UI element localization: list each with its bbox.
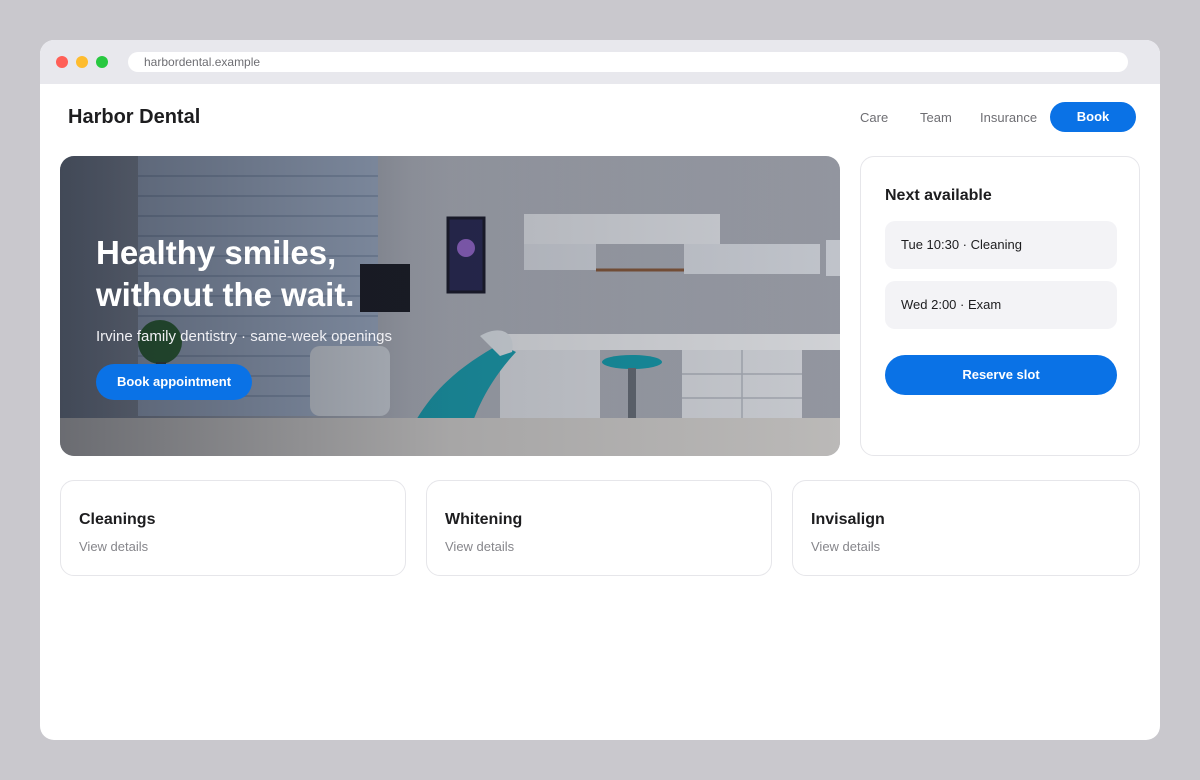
availability-card: Next available Tue 10:30 · Cleaning Wed … bbox=[860, 156, 1140, 456]
service-title: Cleanings bbox=[79, 511, 156, 528]
service-card-cleanings[interactable]: Cleanings View details bbox=[60, 480, 406, 576]
service-card-whitening[interactable]: Whitening View details bbox=[426, 480, 772, 576]
nav-link-care[interactable]: Care bbox=[860, 110, 888, 125]
book-appointment-button[interactable]: Book appointment bbox=[96, 364, 252, 400]
slot-option[interactable]: Wed 2:00 · Exam bbox=[885, 281, 1117, 329]
hero-title: Healthy smiles, without the wait. bbox=[96, 234, 355, 313]
nav-link-insurance[interactable]: Insurance bbox=[980, 110, 1037, 125]
availability-title: Next available bbox=[885, 187, 992, 204]
slot-option[interactable]: Tue 10:30 · Cleaning bbox=[885, 221, 1117, 269]
maximize-window-icon[interactable] bbox=[96, 56, 108, 68]
view-details-link[interactable]: View details bbox=[79, 539, 148, 554]
service-title: Invisalign bbox=[811, 511, 885, 528]
close-window-icon[interactable] bbox=[56, 56, 68, 68]
site-header: Harbor Dental Care Team Insurance Book bbox=[40, 84, 1160, 152]
minimize-window-icon[interactable] bbox=[76, 56, 88, 68]
browser-toolbar: harbordental.example bbox=[40, 40, 1160, 84]
service-title: Whitening bbox=[445, 511, 523, 528]
address-bar[interactable]: harbordental.example bbox=[128, 52, 1128, 72]
hero-subtitle: Irvine family dentistry · same-week open… bbox=[96, 328, 392, 345]
hero-banner: Healthy smiles, without the wait. Irvine… bbox=[60, 156, 840, 456]
nav-link-team[interactable]: Team bbox=[920, 110, 952, 125]
service-card-invisalign[interactable]: Invisalign View details bbox=[792, 480, 1140, 576]
view-details-link[interactable]: View details bbox=[445, 539, 514, 554]
view-details-link[interactable]: View details bbox=[811, 539, 880, 554]
brand-logo[interactable]: Harbor Dental bbox=[68, 106, 200, 129]
browser-window: harbordental.example Harbor Dental Care … bbox=[40, 40, 1160, 740]
book-button[interactable]: Book bbox=[1050, 102, 1136, 132]
reserve-slot-button[interactable]: Reserve slot bbox=[885, 355, 1117, 395]
